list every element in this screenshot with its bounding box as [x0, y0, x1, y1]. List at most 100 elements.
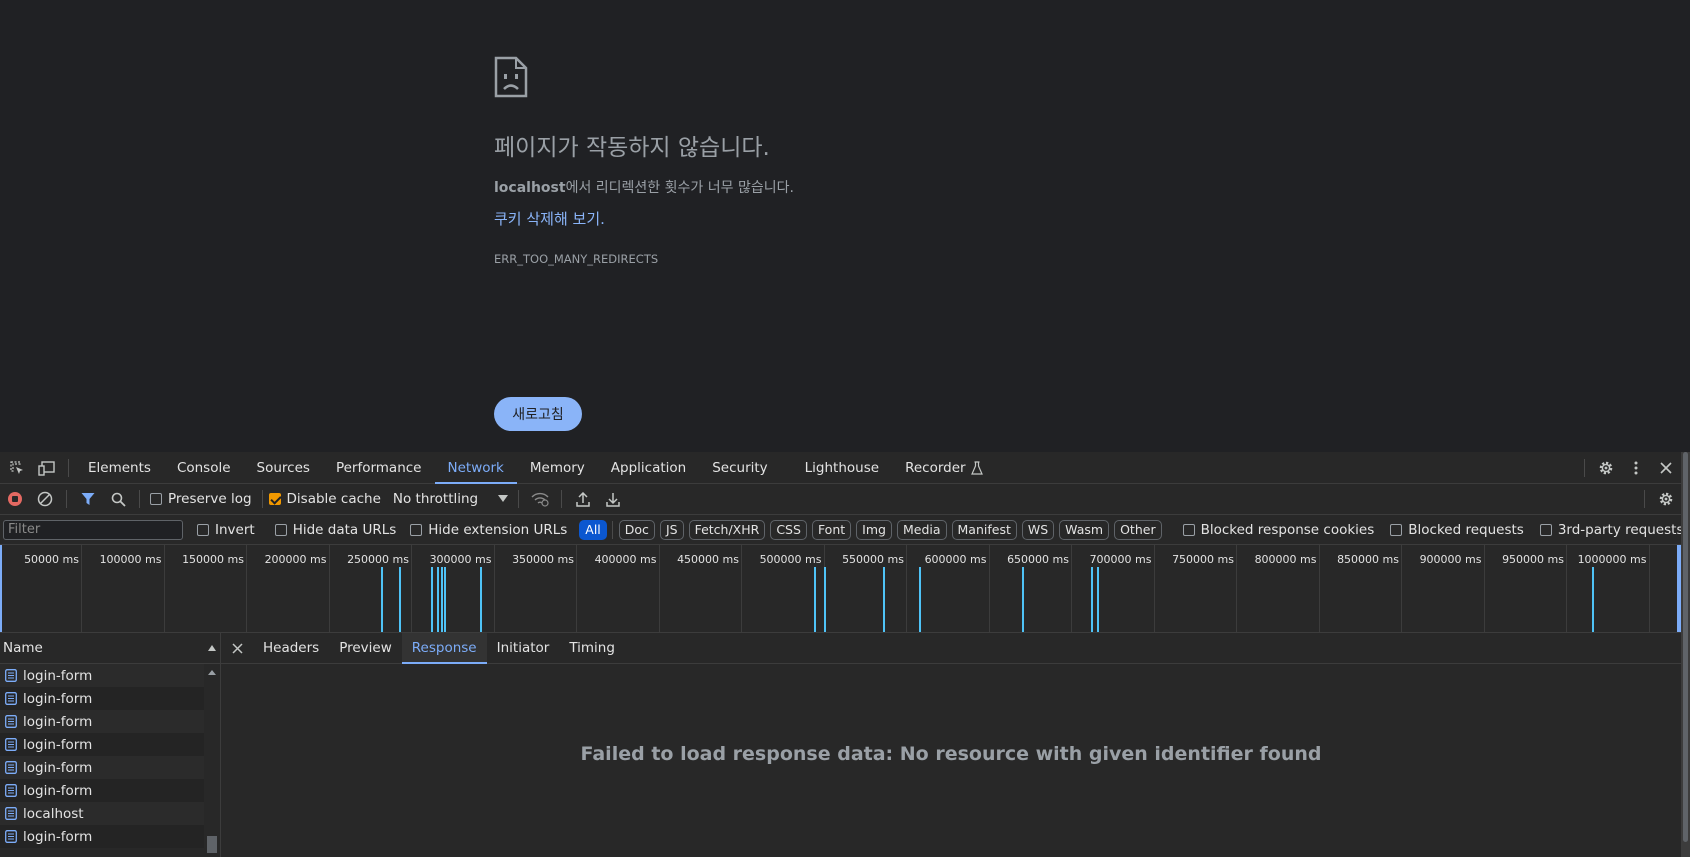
tab-console[interactable]: Console [164, 452, 244, 484]
page-scrollbar-thumb[interactable] [1683, 452, 1688, 842]
detail-tab-response[interactable]: Response [401, 632, 487, 664]
timeline-gridline [493, 545, 495, 632]
tab-performance[interactable]: Performance [323, 452, 435, 484]
hide-data-urls-checkbox[interactable]: Hide data URLs [274, 522, 396, 538]
disable-cache-checkbox[interactable]: Disable cache [268, 491, 381, 507]
filter-type-media[interactable]: Media [896, 519, 947, 540]
devtools-window-controls [1578, 452, 1681, 484]
request-row[interactable]: login-form [0, 825, 204, 848]
filter-type-doc[interactable]: Doc [618, 519, 655, 540]
filter-type-all[interactable]: All [579, 519, 607, 540]
filter-type-fetch-xhr[interactable]: Fetch/XHR [688, 519, 766, 540]
timeline-range-handle[interactable] [0, 545, 2, 632]
preserve-log-box[interactable] [150, 493, 162, 505]
document-icon [5, 692, 17, 705]
blocked-requests-box[interactable] [1390, 523, 1403, 536]
timeline-request-bar [882, 567, 885, 632]
timeline-request-bar [430, 567, 433, 632]
detail-tab-headers[interactable]: Headers [253, 633, 329, 664]
timeline-tick-label: 550000 ms [842, 553, 904, 566]
timeline-tick-label: 250000 ms [347, 553, 409, 566]
device-toolbar-icon[interactable] [32, 452, 62, 484]
filter-type-css[interactable]: CSS [770, 519, 807, 540]
search-icon[interactable] [103, 483, 133, 515]
filter-type-font[interactable]: Font [811, 519, 852, 540]
filter-type-other[interactable]: Other [1114, 519, 1162, 540]
scroll-up-icon[interactable] [208, 670, 216, 675]
request-name: login-form [23, 828, 93, 845]
third-party-requests-box[interactable] [1539, 523, 1552, 536]
network-conditions-icon[interactable] [525, 483, 555, 515]
invert-box[interactable] [197, 523, 209, 536]
network-settings-gear-icon[interactable] [1651, 483, 1681, 515]
timeline-gridline [1153, 545, 1155, 632]
timeline-gridline [163, 545, 165, 632]
request-list-scrollbar[interactable] [204, 664, 220, 857]
filter-type-wasm[interactable]: Wasm [1059, 519, 1110, 540]
preserve-log-checkbox[interactable]: Preserve log [150, 491, 252, 507]
inspect-element-icon[interactable] [2, 452, 32, 484]
network-overview-timeline[interactable]: 50000 ms 100000 ms 150000 ms 200000 ms 25000… [0, 545, 1681, 633]
request-row[interactable]: localhost [0, 802, 204, 825]
filter-type-ws[interactable]: WS [1021, 519, 1055, 540]
document-icon [5, 784, 17, 797]
tab-security[interactable]: Security [699, 452, 791, 484]
blocked-response-cookies-box[interactable] [1182, 523, 1195, 536]
browser-window: 페이지가 작동하지 않습니다. localhost에서 리디렉션한 횟수가 너무… [0, 0, 1690, 857]
request-row[interactable]: login-form [0, 733, 204, 756]
filter-funnel-icon[interactable] [73, 483, 103, 515]
filter-type-img[interactable]: Img [856, 519, 892, 540]
request-row[interactable]: login-form [0, 664, 204, 687]
request-row[interactable]: login-form [0, 779, 204, 802]
filter-input[interactable] [3, 519, 183, 540]
disable-cache-box[interactable] [268, 493, 281, 505]
tab-lighthouse[interactable]: Lighthouse [792, 452, 892, 484]
detail-tab-initiator[interactable]: Initiator [487, 633, 560, 664]
import-har-icon[interactable] [568, 483, 598, 515]
scrollbar-thumb[interactable] [207, 836, 217, 853]
close-detail-icon[interactable] [221, 632, 253, 664]
settings-gear-icon[interactable] [1591, 452, 1621, 484]
timeline-tick-label: 750000 ms [1172, 553, 1234, 566]
blocked-response-cookies-checkbox[interactable]: Blocked response cookies [1182, 522, 1374, 538]
tab-recorder[interactable]: Recorder [892, 452, 987, 484]
hide-data-urls-box[interactable] [274, 523, 287, 536]
tab-elements[interactable]: Elements [75, 452, 164, 484]
detail-tab-preview[interactable]: Preview [329, 633, 402, 664]
throttling-select[interactable]: No throttling [393, 491, 509, 507]
page-scrollbar[interactable] [1681, 452, 1690, 857]
toolbar-divider [1644, 490, 1645, 508]
error-host: localhost [494, 180, 566, 196]
request-row[interactable]: login-form [0, 756, 204, 779]
document-icon [5, 830, 17, 843]
close-devtools-icon[interactable] [1651, 452, 1681, 484]
third-party-requests-checkbox[interactable]: 3rd-party requests [1539, 521, 1684, 538]
tab-application[interactable]: Application [598, 452, 699, 484]
third-party-requests-label: 3rd-party requests [1557, 521, 1684, 538]
timeline-gridline [1483, 545, 1485, 632]
detail-tab-timing[interactable]: Timing [559, 633, 625, 664]
document-icon [5, 807, 17, 820]
export-har-icon[interactable] [598, 483, 628, 515]
request-name: login-form [23, 782, 93, 799]
network-toolbar: Preserve log Disable cache No throttling [0, 484, 1681, 515]
reload-button[interactable]: 새로고침 [494, 397, 582, 431]
tab-network[interactable]: Network [434, 452, 517, 484]
request-row[interactable]: login-form [0, 710, 204, 733]
filter-type-js[interactable]: JS [659, 519, 684, 540]
clear-icon[interactable] [30, 483, 60, 515]
hide-extension-urls-checkbox[interactable]: Hide extension URLs [410, 522, 567, 538]
tab-sources[interactable]: Sources [244, 452, 323, 484]
name-column-header[interactable]: Name [0, 633, 220, 664]
hide-extension-urls-box[interactable] [410, 523, 423, 536]
more-options-icon[interactable] [1621, 452, 1651, 484]
blocked-requests-checkbox[interactable]: Blocked requests [1390, 522, 1524, 538]
filter-type-manifest[interactable]: Manifest [951, 519, 1017, 540]
clear-cookies-link[interactable]: 쿠키 삭제해 보기. [494, 208, 605, 229]
record-stop-icon[interactable] [0, 483, 30, 515]
invert-checkbox[interactable]: Invert [197, 522, 255, 538]
timeline-request-bar [440, 567, 443, 632]
document-icon [5, 761, 17, 774]
request-row[interactable]: login-form [0, 687, 204, 710]
tab-memory[interactable]: Memory [517, 452, 598, 484]
